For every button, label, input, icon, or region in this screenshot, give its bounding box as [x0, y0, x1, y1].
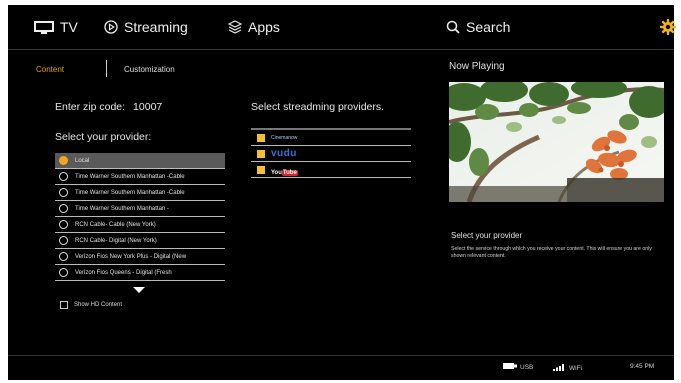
provider-label: RCN Cable- Digital (New York): [75, 237, 157, 244]
provider-label: Verizon Fios Queens - Digital (Fresh: [75, 269, 172, 276]
radio-button[interactable]: [59, 220, 68, 229]
search-icon: [446, 20, 460, 34]
zip-label: Enter zip code:: [55, 101, 126, 113]
youtube-logo: YouTube: [271, 161, 298, 179]
tab-content[interactable]: Content: [36, 65, 64, 74]
provider-row[interactable]: Verizon Fios New York Plus - Digital (Ne…: [55, 249, 225, 265]
nav-apps[interactable]: Apps: [228, 18, 280, 36]
clock: 9:45 PM: [630, 363, 655, 370]
streaming-provider-list: Cinemanow vudu YouTube: [251, 128, 411, 178]
provider-row[interactable]: RCN Cable- Digital (New York): [55, 233, 225, 249]
nav-streaming[interactable]: Streaming: [104, 18, 188, 36]
vudu-logo: vudu: [271, 148, 297, 159]
radio-button[interactable]: [59, 188, 68, 197]
info-description: Select the service through which you rec…: [451, 246, 652, 259]
nav-streaming-label: Streaming: [124, 19, 188, 35]
checkbox-checked[interactable]: [257, 149, 265, 158]
zip-code-row[interactable]: Enter zip code: 10007: [55, 101, 162, 113]
provider-row[interactable]: Time Warner Southern Manhattan -Cable: [55, 169, 225, 185]
provider-label: Time Warner Southern Manhattan -Cable: [75, 189, 185, 196]
info-title: Select your provider: [451, 231, 523, 240]
provider-row[interactable]: Time Warner Southern Manhattan -: [55, 201, 225, 217]
play-circle-icon: [104, 20, 118, 34]
scroll-down-arrow-icon[interactable]: [133, 287, 145, 293]
zip-value[interactable]: 10007: [133, 101, 162, 113]
provider-list: Local Time Warner Southern Manhattan -Ca…: [55, 153, 225, 281]
radio-button[interactable]: [59, 236, 68, 245]
radio-button[interactable]: [59, 156, 68, 165]
nav-tv[interactable]: TV: [34, 18, 78, 36]
streaming-provider-row[interactable]: YouTube: [251, 162, 411, 178]
nav-search-label: Search: [466, 19, 511, 35]
checkbox-checked[interactable]: [257, 133, 265, 142]
nav-apps-label: Apps: [248, 19, 280, 35]
now-playing-heading: Now Playing: [449, 61, 505, 72]
provider-label: RCN Cable- Cable (New York): [75, 221, 156, 228]
tab-separator: [106, 60, 107, 77]
nav-search[interactable]: Search: [446, 18, 510, 36]
radio-button[interactable]: [59, 252, 68, 261]
provider-row[interactable]: RCN Cable- Cable (New York): [55, 217, 225, 233]
stack-icon: [228, 20, 242, 34]
provider-label: Verizon Fios New York Plus - Digital (Ne…: [75, 253, 187, 260]
streaming-heading: Select streadming providers.: [251, 101, 385, 113]
provider-label: Time Warner Southern Manhattan -Cable: [75, 173, 185, 180]
footer-divider: [8, 355, 674, 356]
youtube-logo-tube: Tube: [281, 169, 298, 176]
streaming-provider-row[interactable]: Cinemanow: [251, 130, 411, 146]
wifi-label: WiFi: [569, 364, 582, 372]
hd-content-label: Show HD Content: [74, 302, 123, 308]
radio-button[interactable]: [59, 268, 68, 277]
provider-label: Local: [75, 157, 90, 164]
checkbox-checked[interactable]: [257, 165, 265, 174]
gear-icon[interactable]: [660, 19, 676, 40]
tv-screen: TV Streaming Apps Search Content Customi…: [8, 5, 676, 380]
usb-label: USB: [520, 363, 534, 371]
cinemanow-logo: Cinemanow: [271, 134, 298, 141]
wifi-signal-icon: [553, 363, 566, 373]
settings-tabs: Content Customization: [8, 49, 448, 89]
youtube-logo-you: You: [271, 169, 282, 176]
radio-button[interactable]: [59, 172, 68, 181]
checkbox[interactable]: [60, 301, 68, 309]
now-playing-thumbnail[interactable]: [449, 82, 664, 202]
provider-row[interactable]: Verizon Fios Queens - Digital (Fresh: [55, 265, 225, 281]
radio-button[interactable]: [59, 204, 68, 213]
tv-icon: [34, 20, 54, 34]
wifi-status: WiFi: [553, 363, 582, 373]
provider-label: Time Warner Southern Manhattan -: [75, 205, 169, 212]
provider-row[interactable]: Local: [55, 153, 225, 169]
nav-tv-label: TV: [60, 19, 78, 35]
provider-heading: Select your provider:: [55, 131, 152, 143]
usb-status: USB: [503, 363, 533, 371]
hd-content-toggle[interactable]: Show HD Content: [60, 301, 122, 309]
provider-row[interactable]: Time Warner Southern Manhattan -Cable: [55, 185, 225, 201]
top-navigation: TV Streaming Apps Search: [8, 5, 676, 49]
usb-icon: [503, 363, 517, 371]
tab-customization[interactable]: Customization: [124, 65, 175, 74]
